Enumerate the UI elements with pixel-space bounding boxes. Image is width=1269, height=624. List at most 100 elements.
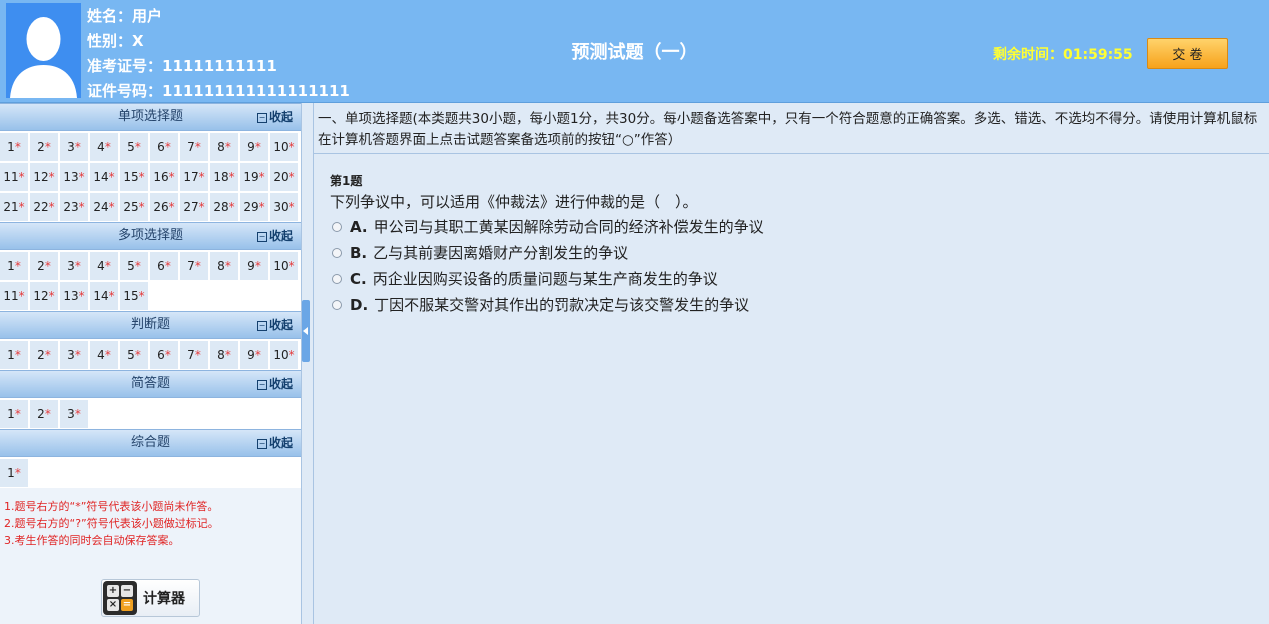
question-number-button[interactable]: 2* (30, 133, 58, 161)
question-number-button[interactable]: 9* (240, 133, 268, 161)
question-number-label: 10 (273, 348, 289, 362)
question-number-button[interactable]: 6* (150, 252, 178, 280)
question-number-button[interactable]: 5* (120, 133, 148, 161)
radio-button[interactable] (332, 274, 342, 284)
submit-exam-button[interactable]: 交 卷 (1147, 38, 1228, 69)
question-number-label: 23 (63, 200, 79, 214)
question-number-button[interactable]: 2* (30, 341, 58, 369)
question-number-button[interactable]: 18* (210, 163, 238, 191)
question-number-button[interactable]: 1* (0, 133, 28, 161)
calculator-icon: + − × = (103, 581, 137, 615)
question-number-button[interactable]: 1* (0, 341, 28, 369)
question-number-button[interactable]: 13* (60, 163, 88, 191)
question-number-button[interactable]: 4* (90, 133, 118, 161)
question-number-button[interactable]: 8* (210, 133, 238, 161)
question-number-button[interactable]: 1* (0, 252, 28, 280)
question-number-button[interactable]: 1* (0, 459, 28, 487)
question-number-button[interactable]: 23* (60, 193, 88, 221)
question-number-button[interactable]: 9* (240, 341, 268, 369)
question-number-button[interactable]: 7* (180, 252, 208, 280)
calculator-button[interactable]: + − × = 计算器 (101, 579, 200, 617)
question-number-button[interactable]: 26* (150, 193, 178, 221)
question-number-button[interactable]: 10* (270, 341, 298, 369)
question-number-button[interactable]: 7* (180, 133, 208, 161)
question-number-button[interactable]: 5* (120, 252, 148, 280)
collapse-button[interactable]: − 收起 (256, 371, 293, 397)
question-number-button[interactable]: 25* (120, 193, 148, 221)
question-number-label: 1 (7, 259, 15, 273)
unanswered-mark: * (168, 170, 175, 184)
question-number-button[interactable]: 19* (240, 163, 268, 191)
question-number-button[interactable]: 14* (90, 282, 118, 310)
unanswered-mark: * (288, 200, 295, 214)
question-number-button[interactable]: 1* (0, 400, 28, 428)
question-number-button[interactable]: 17* (180, 163, 208, 191)
question-number-button[interactable]: 15* (120, 163, 148, 191)
question-number-button[interactable]: 27* (180, 193, 208, 221)
question-number-label: 4 (97, 140, 105, 154)
question-number-label: 12 (33, 289, 49, 303)
question-number-button[interactable]: 10* (270, 133, 298, 161)
option-c[interactable]: C. 丙企业因购买设备的质量问题与某生产商发生的争议 (330, 266, 1269, 292)
unanswered-mark: * (104, 140, 111, 154)
question-number-button[interactable]: 3* (60, 133, 88, 161)
question-number-button[interactable]: 29* (240, 193, 268, 221)
question-number-button[interactable]: 7* (180, 341, 208, 369)
section-title: 单项选择题 (117, 109, 183, 124)
unanswered-mark: * (104, 259, 111, 273)
question-number-button[interactable]: 2* (30, 252, 58, 280)
question-number-button[interactable]: 5* (120, 341, 148, 369)
question-number-label: 2 (37, 348, 45, 362)
unanswered-mark: * (224, 140, 231, 154)
question-number-button[interactable]: 6* (150, 133, 178, 161)
question-number-button[interactable]: 4* (90, 252, 118, 280)
question-number-button[interactable]: 4* (90, 341, 118, 369)
question-number-button[interactable]: 10* (270, 252, 298, 280)
panel-splitter-handle[interactable] (302, 300, 310, 362)
question-number-button[interactable]: 2* (30, 400, 58, 428)
candidate-name: 姓名：用户 (87, 7, 163, 25)
question-number-button[interactable]: 16* (150, 163, 178, 191)
radio-button[interactable] (332, 248, 342, 258)
radio-button[interactable] (332, 300, 342, 310)
question-number-button[interactable]: 9* (240, 252, 268, 280)
question-number-button[interactable]: 11* (0, 163, 28, 191)
option-d[interactable]: D. 丁因不服某交警对其作出的罚款决定与该交警发生的争议 (330, 292, 1269, 318)
question-number-button[interactable]: 6* (150, 341, 178, 369)
question-number-button[interactable]: 20* (270, 163, 298, 191)
question-number-button[interactable]: 30* (270, 193, 298, 221)
unanswered-mark: * (254, 348, 261, 362)
question-number-button[interactable]: 15* (120, 282, 148, 310)
question-number-button[interactable]: 3* (60, 252, 88, 280)
question-number-button[interactable]: 22* (30, 193, 58, 221)
question-number-button[interactable]: 24* (90, 193, 118, 221)
unanswered-mark: * (198, 170, 205, 184)
option-b[interactable]: B. 乙与其前妻因离婚财产分割发生的争议 (330, 240, 1269, 266)
collapse-button[interactable]: − 收起 (256, 430, 293, 456)
question-area: 一、单项选择题(本类题共30小题，每小题1分，共30分。每小题备选答案中，只有一… (314, 103, 1269, 624)
unanswered-mark: * (254, 140, 261, 154)
question-grid: 1* 2* 3* 4* 5* 6* 7* 8* 9* 10* (0, 339, 301, 370)
question-number-button[interactable]: 11* (0, 282, 28, 310)
question-number-button[interactable]: 12* (30, 282, 58, 310)
unanswered-mark: * (134, 140, 141, 154)
radio-button[interactable] (332, 222, 342, 232)
unanswered-mark: * (18, 170, 25, 184)
collapse-button[interactable]: − 收起 (256, 312, 293, 338)
question-number-button[interactable]: 28* (210, 193, 238, 221)
section-title: 综合题 (130, 435, 170, 450)
question-number-button[interactable]: 12* (30, 163, 58, 191)
unanswered-mark: * (194, 259, 201, 273)
option-text: 丙企业因购买设备的质量问题与某生产商发生的争议 (372, 270, 718, 288)
collapse-button[interactable]: − 收起 (256, 223, 293, 249)
question-number-button[interactable]: 14* (90, 163, 118, 191)
collapse-button[interactable]: − 收起 (256, 104, 293, 130)
option-a[interactable]: A. 甲公司与其职工黄某因解除劳动合同的经济补偿发生的争议 (330, 214, 1269, 240)
question-number-button[interactable]: 8* (210, 252, 238, 280)
question-number-button[interactable]: 21* (0, 193, 28, 221)
question-number-label: 28 (213, 200, 229, 214)
question-number-button[interactable]: 8* (210, 341, 238, 369)
question-number-button[interactable]: 13* (60, 282, 88, 310)
question-number-button[interactable]: 3* (60, 400, 88, 428)
question-number-button[interactable]: 3* (60, 341, 88, 369)
